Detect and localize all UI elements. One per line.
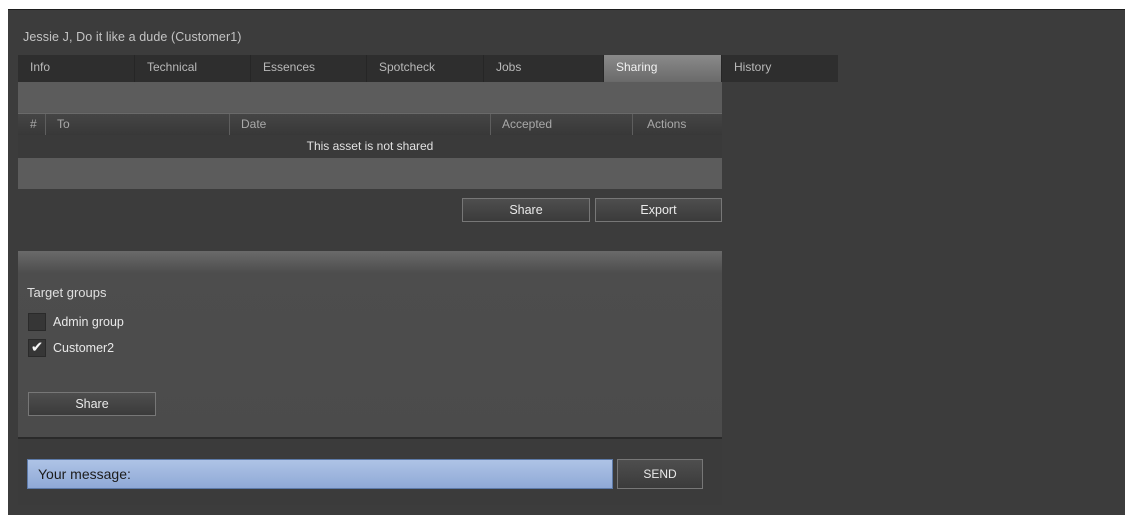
tab-history[interactable]: History <box>722 55 838 82</box>
export-button[interactable]: Export <box>595 198 722 222</box>
customer2-checkbox[interactable]: ✔ <box>28 339 46 357</box>
tab-jobs[interactable]: Jobs <box>484 55 604 82</box>
tab-sharing[interactable]: Sharing <box>604 55 722 82</box>
tab-bar: Info Technical Essences Spotcheck Jobs S… <box>18 55 838 82</box>
admin-group-label: Admin group <box>53 315 124 329</box>
empty-table-message: This asset is not shared <box>18 135 722 158</box>
tab-essences[interactable]: Essences <box>251 55 367 82</box>
checkmark-icon: ✔ <box>30 339 44 356</box>
tab-info[interactable]: Info <box>18 55 135 82</box>
column-number: # <box>30 117 37 131</box>
asset-title: Jessie J, Do it like a dude (Customer1) <box>23 30 242 44</box>
column-to: To <box>45 114 229 135</box>
column-date: Date <box>229 114 490 135</box>
shares-table: # To Date Accepted Actions This asset is… <box>18 82 722 189</box>
column-accepted: Accepted <box>490 114 632 135</box>
tab-spotcheck[interactable]: Spotcheck <box>367 55 484 82</box>
table-header: # To Date Accepted Actions <box>18 113 722 136</box>
send-button[interactable]: SEND <box>617 459 703 489</box>
target-groups-label: Target groups <box>27 285 107 300</box>
column-actions: Actions <box>632 114 722 135</box>
share-groups-button[interactable]: Share <box>28 392 156 416</box>
share-button[interactable]: Share <box>462 198 590 222</box>
tab-technical[interactable]: Technical <box>135 55 251 82</box>
message-input[interactable]: Your message: <box>27 459 613 489</box>
customer2-label: Customer2 <box>53 341 115 355</box>
admin-group-checkbox[interactable] <box>28 313 46 331</box>
